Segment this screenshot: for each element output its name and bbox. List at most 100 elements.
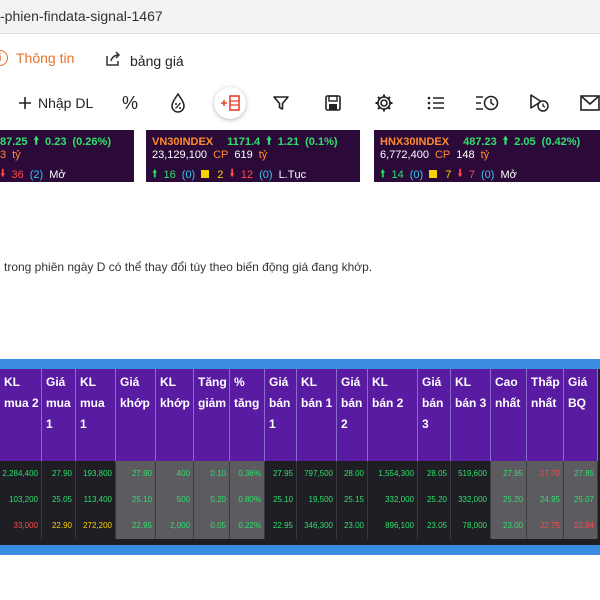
table-cell[interactable]: 22.95 bbox=[116, 513, 156, 539]
table-cell[interactable]: 193,800 bbox=[76, 461, 116, 487]
table-cell[interactable]: 23.00 bbox=[337, 513, 368, 539]
up-value: 14 bbox=[391, 168, 404, 181]
table-cell[interactable]: 1,554,300 bbox=[368, 461, 418, 487]
table-cell[interactable]: 0.80% bbox=[230, 487, 265, 513]
address-bar[interactable]: -phien-findata-signal-1467 bbox=[0, 0, 600, 34]
table-cell[interactable]: 500 bbox=[156, 487, 194, 513]
column-header[interactable]: KL bán 1 bbox=[297, 369, 337, 461]
index-value: 487.23 bbox=[463, 135, 497, 148]
table-cell[interactable]: 25.10 bbox=[265, 487, 297, 513]
column-header[interactable]: Thấp nhất bbox=[527, 369, 564, 461]
table-cell[interactable]: 25.20 bbox=[491, 487, 527, 513]
column-header[interactable]: Giá bán 2 bbox=[337, 369, 368, 461]
table-cell[interactable]: 896,100 bbox=[368, 513, 418, 539]
table-cell[interactable]: 25.05 bbox=[42, 487, 76, 513]
tab-bang-gia-label: bảng giá bbox=[130, 52, 184, 69]
ref-square-icon bbox=[429, 169, 439, 181]
tab-bang-gia[interactable]: bảng giá bbox=[104, 50, 184, 71]
column-header[interactable]: Tăng giảm bbox=[194, 369, 230, 461]
save-button[interactable] bbox=[324, 92, 342, 114]
table-cell[interactable]: 25.15 bbox=[337, 487, 368, 513]
down-arrow-icon: 🠛 bbox=[0, 168, 6, 180]
add-column-button[interactable] bbox=[214, 87, 246, 119]
table-cell[interactable]: 28.00 bbox=[337, 461, 368, 487]
table-cell[interactable]: 113,400 bbox=[76, 487, 116, 513]
table-cell[interactable]: 519,600 bbox=[451, 461, 491, 487]
table-cell[interactable]: 0.10 bbox=[194, 461, 230, 487]
table-cell[interactable]: 332,000 bbox=[451, 487, 491, 513]
table-cell[interactable]: 346,300 bbox=[297, 513, 337, 539]
index-box-partial[interactable]: 87.25 🠙 0.23 (0.26%) 3 tỷ 🠛 36 (2) Mở bbox=[0, 130, 134, 182]
table-cell[interactable]: 0.20 bbox=[194, 487, 230, 513]
table-cell[interactable]: 0.36% bbox=[230, 461, 265, 487]
table-cell[interactable]: 0.22% bbox=[230, 513, 265, 539]
column-header[interactable]: KL mua 2 bbox=[0, 369, 42, 461]
table-cell[interactable]: 0.05 bbox=[194, 513, 230, 539]
drop-percent-button[interactable] bbox=[168, 92, 188, 114]
filter-icon bbox=[272, 94, 290, 112]
table-cell[interactable]: 27.85 bbox=[564, 461, 598, 487]
table-cell[interactable]: 400 bbox=[156, 461, 194, 487]
index-name: HNX30INDEX bbox=[380, 135, 450, 148]
column-header[interactable]: Giá bán 3 bbox=[418, 369, 451, 461]
column-header[interactable]: Giá bán 1 bbox=[265, 369, 297, 461]
table-cell[interactable]: 22.90 bbox=[42, 513, 76, 539]
down-count: (0) bbox=[259, 168, 273, 181]
column-header[interactable]: KL mua 1 bbox=[76, 369, 116, 461]
table-cell[interactable]: 103,200 bbox=[0, 487, 42, 513]
list-button[interactable] bbox=[426, 92, 446, 114]
column-header[interactable]: Giá khớp bbox=[116, 369, 156, 461]
column-header[interactable]: Giá mua 1 bbox=[42, 369, 76, 461]
table-cell[interactable]: 25.20 bbox=[418, 487, 451, 513]
tab-thong-tin[interactable]: i Thông tin bbox=[0, 50, 74, 66]
table-cell[interactable]: 27.95 bbox=[491, 461, 527, 487]
table-cell[interactable]: 2,284,400 bbox=[0, 461, 42, 487]
index-box-hnx30[interactable]: HNX30INDEX 487.23 🠙 2.05 (0.42%) 6,772,4… bbox=[374, 130, 600, 182]
history-list-button[interactable] bbox=[474, 92, 500, 114]
column-header[interactable]: KL bán 3 bbox=[451, 369, 491, 461]
table-cell[interactable]: 27.95 bbox=[265, 461, 297, 487]
table-cell[interactable]: 272,200 bbox=[76, 513, 116, 539]
import-data-button[interactable]: Nhập DL bbox=[18, 92, 93, 114]
table-cell[interactable]: 22.84 bbox=[564, 513, 598, 539]
filter-button[interactable] bbox=[272, 92, 290, 114]
table-cell[interactable]: 25.07 bbox=[564, 487, 598, 513]
up-count: (0) bbox=[409, 168, 424, 181]
table-cell[interactable]: 332,000 bbox=[368, 487, 418, 513]
up-arrow-icon: 🠙 bbox=[502, 135, 509, 147]
play-history-button[interactable] bbox=[528, 92, 550, 114]
table-cell[interactable]: 23.00 bbox=[491, 513, 527, 539]
table-cell[interactable]: 797,500 bbox=[297, 461, 337, 487]
column-header[interactable]: % tăng bbox=[230, 369, 265, 461]
column-header[interactable]: KL bán 2 bbox=[368, 369, 418, 461]
column-header[interactable]: Cao nhất bbox=[491, 369, 527, 461]
table-cell[interactable]: 2,000 bbox=[156, 513, 194, 539]
mail-button[interactable] bbox=[580, 92, 600, 114]
percent-label: % bbox=[122, 92, 139, 113]
down-value: 12 bbox=[240, 168, 254, 181]
table-cell[interactable]: 28.05 bbox=[418, 461, 451, 487]
price-note: trong phiên ngày D có thể thay đổi tùy t… bbox=[4, 260, 373, 274]
table-cell[interactable]: 33,000 bbox=[0, 513, 42, 539]
column-header[interactable]: KL khớp bbox=[156, 369, 194, 461]
percent-button[interactable]: % bbox=[122, 92, 138, 114]
table-cell[interactable]: 78,000 bbox=[451, 513, 491, 539]
table-cell[interactable]: 27.90 bbox=[42, 461, 76, 487]
table-cell[interactable]: 25.10 bbox=[116, 487, 156, 513]
table-cell[interactable]: 27.90 bbox=[116, 461, 156, 487]
table-cell[interactable]: 27.70 bbox=[527, 461, 564, 487]
list-icon bbox=[426, 94, 446, 112]
volume-unit: CP bbox=[434, 149, 451, 161]
plus-icon bbox=[18, 96, 32, 110]
table-cell[interactable]: 24.95 bbox=[527, 487, 564, 513]
table-cell[interactable]: 19,500 bbox=[297, 487, 337, 513]
settings-button[interactable] bbox=[374, 92, 394, 114]
table-cell[interactable]: 22.95 bbox=[265, 513, 297, 539]
table-cell[interactable]: 23.05 bbox=[418, 513, 451, 539]
column-header[interactable]: Giá BQ bbox=[564, 369, 598, 461]
table-cell[interactable]: 22.75 bbox=[527, 513, 564, 539]
tab-bar: i Thông tin bảng giá bbox=[0, 44, 600, 78]
value-unit: tỷ bbox=[12, 149, 21, 161]
index-box-vn30[interactable]: VN30INDEX 1171.4 🠙 1.21 (0.1%) 23,129,10… bbox=[146, 130, 360, 182]
down-value: 7 bbox=[468, 168, 475, 181]
